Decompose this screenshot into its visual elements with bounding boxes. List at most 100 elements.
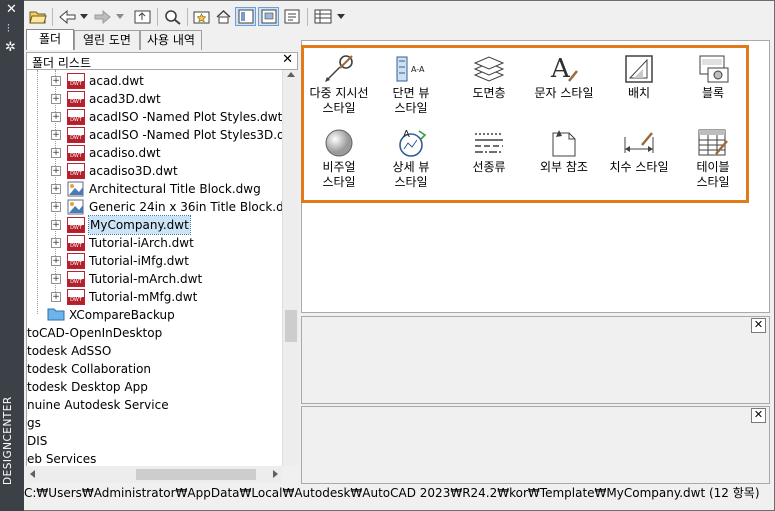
- dwt-file-icon: [67, 217, 85, 233]
- views-icon: [314, 9, 332, 24]
- home-icon: [216, 10, 230, 24]
- expand-icon[interactable]: +: [51, 238, 61, 248]
- views-dropdown[interactable]: [335, 7, 347, 26]
- description-button[interactable]: [282, 7, 302, 26]
- autohide-icon[interactable]: ⫶: [7, 22, 10, 36]
- folder-open-icon: [29, 11, 47, 24]
- forward-arrow-icon: [94, 9, 111, 24]
- close-icon[interactable]: ✕: [751, 318, 766, 333]
- tree-item-label: todesk Desktop App: [27, 380, 148, 394]
- scroll-left-icon[interactable]: [30, 470, 35, 478]
- content-item[interactable]: 비주얼 스타일: [303, 127, 375, 190]
- content-item[interactable]: 도면층: [453, 53, 525, 101]
- expand-icon[interactable]: +: [51, 220, 61, 230]
- expand-icon[interactable]: +: [51, 94, 61, 104]
- forward-button[interactable]: [93, 7, 113, 26]
- content-item[interactable]: 선종류: [453, 127, 525, 175]
- content-item-label: 단면 뷰 스타일: [392, 86, 430, 115]
- expand-icon[interactable]: +: [51, 292, 61, 302]
- table-style-icon: [696, 127, 730, 159]
- linetype-icon: [472, 127, 506, 159]
- dwg-file-icon: [67, 199, 85, 215]
- toolbar: [26, 5, 771, 29]
- content-item[interactable]: 테이블 스타일: [677, 127, 749, 190]
- status-bar-path: C:₩Users₩Administrator₩AppData₩Local₩Aut…: [24, 486, 760, 500]
- content-item-label: 문자 스타일: [534, 86, 594, 100]
- content-item[interactable]: 블록: [677, 53, 749, 101]
- tab-open-drawings[interactable]: 열린 도면: [74, 30, 140, 50]
- tree-item-label: acadISO -Named Plot Styles.dwt: [89, 110, 283, 124]
- tree-vertical-scrollbar[interactable]: [282, 70, 299, 483]
- content-item[interactable]: 치수 스타일: [603, 127, 675, 175]
- preview-panel: ✕: [301, 316, 770, 404]
- dwt-file-icon: [67, 271, 85, 287]
- tab-folders[interactable]: 폴더: [26, 29, 74, 50]
- scroll-up-icon[interactable]: [287, 72, 295, 77]
- dwt-file-icon: [67, 163, 85, 179]
- preview-button[interactable]: [258, 7, 279, 26]
- xref-icon: [547, 127, 581, 159]
- scroll-thumb[interactable]: [285, 310, 297, 342]
- content-item-label: 테이블 스타일: [696, 160, 730, 189]
- content-item[interactable]: A 문자 스타일: [528, 53, 600, 101]
- folder-list-title: 폴더 리스트: [32, 56, 92, 70]
- chevron-down-icon: [79, 13, 88, 19]
- views-button[interactable]: [312, 7, 334, 26]
- close-icon[interactable]: ✕: [6, 2, 17, 17]
- description-icon: [284, 9, 300, 24]
- tree-item-label: Tutorial-mArch.dwt: [89, 272, 203, 286]
- detail-view-style-icon: A: [394, 127, 428, 159]
- content-item[interactable]: 외부 참조: [528, 127, 600, 175]
- svg-text:A: A: [403, 129, 410, 140]
- content-item-label: 선종류: [472, 160, 506, 174]
- properties-icon[interactable]: ✲: [5, 40, 16, 55]
- folder-icon: [47, 307, 65, 323]
- favorites-button[interactable]: [191, 7, 211, 26]
- content-item-label: 비주얼 스타일: [322, 160, 356, 189]
- palette-title: DESIGNCENTER: [2, 396, 14, 485]
- forward-dropdown[interactable]: [114, 7, 126, 26]
- dwt-file-icon: [67, 235, 85, 251]
- expand-icon[interactable]: +: [51, 202, 61, 212]
- expand-icon[interactable]: +: [51, 256, 61, 266]
- dwg-file-icon: [67, 181, 85, 197]
- close-icon[interactable]: ✕: [282, 52, 293, 67]
- home-button[interactable]: [213, 7, 233, 26]
- tab-history[interactable]: 사용 내역: [140, 30, 202, 50]
- folder-tree[interactable]: + acad.dwt + acad3D.dwt + acadISO -Named Plot…: [26, 70, 283, 483]
- svg-text:A-A: A-A: [411, 65, 425, 74]
- content-item-label: 상세 뷰 스타일: [392, 160, 430, 189]
- expand-icon[interactable]: +: [51, 76, 61, 86]
- tree-item-label: XCompareBackup: [69, 308, 175, 322]
- scroll-thumb[interactable]: [136, 469, 256, 480]
- up-button[interactable]: [132, 7, 152, 26]
- tree-item-label: nuine Autodesk Service: [27, 398, 169, 412]
- content-item[interactable]: 다중 지시선 스타일: [303, 53, 375, 116]
- tree-view-toggle-button[interactable]: [235, 7, 256, 26]
- content-item[interactable]: A 상세 뷰 스타일: [375, 127, 447, 190]
- palette-title-bar[interactable]: ✕ ⫶ ✲ DESIGNCENTER: [0, 0, 24, 511]
- expand-icon[interactable]: +: [51, 274, 61, 284]
- scroll-right-icon[interactable]: [273, 470, 278, 478]
- back-button[interactable]: [57, 7, 77, 26]
- close-icon[interactable]: ✕: [751, 408, 766, 423]
- back-dropdown[interactable]: [78, 7, 90, 26]
- tree-item-label: acad.dwt: [89, 74, 144, 88]
- content-item[interactable]: 배치: [603, 53, 675, 101]
- expand-icon[interactable]: +: [51, 184, 61, 194]
- up-folder-icon: [134, 10, 150, 24]
- back-arrow-icon: [59, 9, 76, 24]
- tree-item-label: Tutorial-iArch.dwt: [89, 236, 194, 250]
- expand-icon[interactable]: +: [51, 130, 61, 140]
- expand-icon[interactable]: +: [51, 166, 61, 176]
- text-style-icon: A: [547, 53, 581, 85]
- load-button[interactable]: [28, 7, 48, 26]
- tree-horizontal-scrollbar[interactable]: [26, 466, 298, 483]
- content-item[interactable]: A-A 단면 뷰 스타일: [375, 53, 447, 116]
- tree-item-label: Tutorial-iMfg.dwt: [89, 254, 189, 268]
- dwt-file-icon: [67, 253, 85, 269]
- preview-icon: [261, 9, 276, 24]
- expand-icon[interactable]: +: [51, 148, 61, 158]
- expand-icon[interactable]: +: [51, 112, 61, 122]
- search-button[interactable]: [162, 7, 182, 26]
